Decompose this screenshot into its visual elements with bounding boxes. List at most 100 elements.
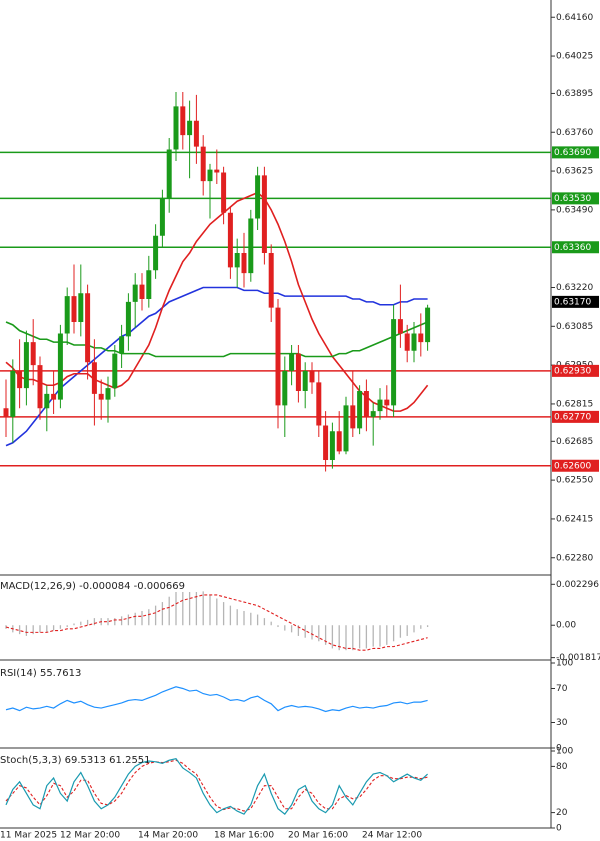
candle-body: [37, 365, 43, 409]
candle-body: [64, 296, 70, 334]
time-axis-label: 24 Mar 12:00: [362, 831, 422, 841]
candle-body: [411, 333, 417, 351]
rsi-tick-label: 30: [556, 718, 568, 728]
candle-body: [51, 393, 57, 400]
candle-body: [30, 342, 36, 366]
candle-body: [363, 391, 369, 417]
price-tick-label: 0.63490: [556, 205, 593, 215]
candle-body: [418, 333, 424, 343]
macd-label: MACD(12,26,9) -0.000084 -0.000669: [0, 581, 185, 592]
candle-body: [91, 362, 97, 394]
stoch-main-line: [5, 758, 429, 815]
candle-body: [23, 342, 29, 389]
candle-body: [384, 399, 390, 406]
candle-body: [248, 218, 254, 274]
candle-body: [309, 370, 315, 383]
candle-body: [227, 212, 233, 268]
candle-body: [357, 391, 363, 429]
candle-body: [10, 370, 16, 417]
candle-body: [78, 293, 84, 322]
candle-body: [153, 235, 159, 271]
candle-body: [397, 319, 403, 334]
candle-body: [316, 382, 322, 426]
price-tick-label: 0.63625: [556, 167, 593, 177]
price-tick-label: 0.63895: [556, 89, 593, 99]
candle-body: [207, 169, 213, 182]
candle-body: [200, 146, 206, 182]
level-label: 0.62600: [554, 461, 591, 471]
level-label: 0.63360: [554, 243, 591, 253]
price-tick-label: 0.62550: [556, 476, 593, 486]
chart-root: 0.64160 0.64025 0.63895 0.63760 0.63625 0.634…: [0, 0, 600, 841]
candle-body: [105, 388, 111, 400]
time-axis-label: 12 Mar 20:00: [60, 831, 120, 841]
time-axis-label: 18 Mar 16:00: [214, 831, 274, 841]
candle-body: [241, 253, 247, 274]
stoch-tick-label: 0: [556, 824, 562, 834]
macd-tick-label: 0.002296: [556, 580, 599, 590]
price-tick-label: 0.62685: [556, 437, 593, 447]
candle-body: [323, 425, 329, 460]
candle-body: [350, 405, 356, 429]
candle-body: [221, 172, 227, 213]
level-label: 0.62930: [554, 366, 591, 376]
candle-body: [295, 353, 301, 391]
macd-tick-label: 0.00: [556, 621, 576, 631]
candle-body: [289, 353, 295, 371]
price-tick-label: 0.63085: [556, 322, 593, 332]
price-tick-label: 0.63220: [556, 283, 593, 293]
price-tick-label: 0.64160: [556, 13, 593, 23]
candle-body: [44, 393, 50, 409]
candle-body: [193, 120, 199, 147]
candle-body: [275, 307, 281, 406]
candle-body: [336, 431, 342, 452]
rsi-tick-label: 70: [556, 684, 568, 694]
price-tick-label: 0.63760: [556, 128, 593, 138]
candle-body: [261, 175, 267, 253]
candle-body: [146, 270, 152, 299]
candle-body: [302, 370, 308, 391]
price-tick-label: 0.62280: [556, 553, 593, 563]
price-tick-label: 0.62415: [556, 514, 593, 524]
rsi-tick-label: 100: [556, 659, 573, 669]
price-tick-label: 0.64025: [556, 52, 593, 62]
stoch-label: Stoch(5,3,3) 69.5313 61.2551: [0, 755, 151, 766]
candle-body: [125, 301, 131, 337]
price-axis-ticks: 0.64160 0.64025 0.63895 0.63760 0.63625 0.634…: [551, 13, 593, 563]
candle-body: [187, 120, 193, 136]
stoch-tick-label: 80: [556, 762, 568, 772]
level-label: 0.63530: [554, 194, 591, 204]
level-label: 0.62770: [554, 412, 591, 422]
candle-body: [343, 405, 349, 452]
candle-body: [166, 149, 172, 199]
candle-body: [112, 353, 118, 389]
candle-body: [370, 411, 376, 417]
candle-body: [132, 284, 138, 302]
candle-body: [377, 399, 383, 412]
candle-body: [139, 284, 145, 299]
candle-body: [119, 336, 125, 354]
candle-body: [57, 333, 63, 400]
candle-body: [3, 408, 9, 417]
price-tick-label: 0.62815: [556, 399, 593, 409]
candle-body: [173, 106, 179, 150]
candles: [3, 92, 431, 472]
candle-body: [159, 198, 165, 236]
rsi-label: RSI(14) 55.7613: [0, 668, 81, 679]
candle-body: [255, 175, 261, 219]
time-axis-label: 11 Mar 2025: [0, 831, 57, 841]
candle-body: [71, 296, 77, 322]
stoch-tick-label: 100: [556, 747, 573, 757]
candle-body: [85, 293, 91, 363]
candle-body: [391, 319, 397, 406]
candle-body: [329, 431, 335, 460]
stoch-tick-label: 20: [556, 808, 568, 818]
candle-body: [180, 106, 186, 136]
candle-body: [214, 169, 220, 173]
time-axis-label: 20 Mar 16:00: [288, 831, 348, 841]
rsi-line: [5, 686, 428, 713]
current-price-label: 0.63170: [554, 297, 591, 307]
candle-body: [268, 253, 274, 308]
candle-body: [425, 307, 431, 343]
candle-body: [98, 393, 104, 400]
